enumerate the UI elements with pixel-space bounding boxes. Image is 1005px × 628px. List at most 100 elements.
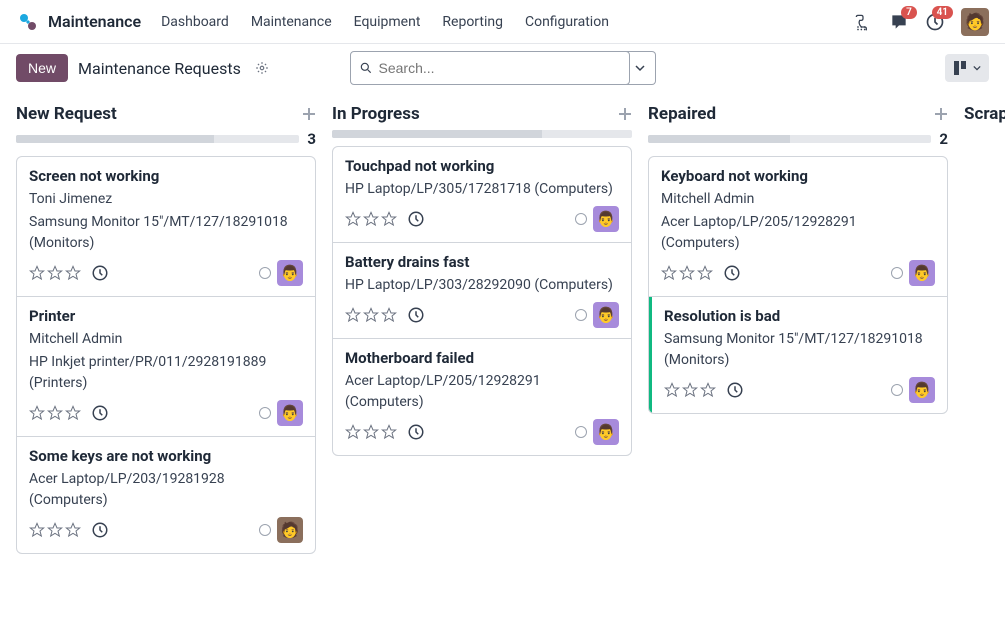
star-icon[interactable] [29, 405, 45, 421]
star-icon[interactable] [381, 211, 397, 227]
star-icon[interactable] [381, 424, 397, 440]
column-scrap[interactable]: Scrap [964, 104, 1005, 124]
user-avatar[interactable]: 🧑 [961, 8, 989, 36]
star-icon[interactable] [65, 522, 81, 538]
app-name[interactable]: Maintenance [48, 12, 141, 31]
priority-stars[interactable] [29, 265, 81, 281]
star-icon[interactable] [664, 382, 680, 398]
status-dot[interactable] [259, 407, 271, 419]
new-button[interactable]: New [16, 54, 68, 82]
nav-link-configuration[interactable]: Configuration [525, 14, 609, 30]
star-icon[interactable] [345, 211, 361, 227]
search-dropdown[interactable] [626, 51, 656, 85]
kanban-view-button[interactable] [945, 54, 989, 82]
phone-icon[interactable] [853, 12, 873, 32]
column-progress-bar[interactable] [332, 130, 632, 138]
assignee-avatar[interactable]: 👨 [593, 302, 619, 328]
status-dot[interactable] [259, 524, 271, 536]
star-icon[interactable] [381, 307, 397, 323]
gear-icon[interactable] [255, 61, 269, 75]
assignee-avatar[interactable]: 👨 [909, 260, 935, 286]
status-dot[interactable] [575, 309, 587, 321]
search-box[interactable] [350, 51, 630, 85]
card-footer: 👨 [345, 206, 619, 232]
star-icon[interactable] [363, 307, 379, 323]
clock-icon[interactable] [726, 381, 744, 399]
assignee-avatar[interactable]: 👨 [277, 260, 303, 286]
card-equipment: HP Inkjet printer/PR/011/2928191889 (Pri… [29, 352, 303, 394]
priority-stars[interactable] [664, 382, 716, 398]
nav-link-dashboard[interactable]: Dashboard [161, 14, 229, 30]
star-icon[interactable] [29, 265, 45, 281]
column-title[interactable]: New Request [16, 104, 117, 124]
column-title[interactable]: In Progress [332, 104, 420, 124]
clock-icon[interactable] [407, 423, 425, 441]
priority-stars[interactable] [661, 265, 713, 281]
star-icon[interactable] [47, 265, 63, 281]
star-icon[interactable] [363, 211, 379, 227]
star-icon[interactable] [47, 405, 63, 421]
chat-icon[interactable]: 7 [889, 12, 909, 32]
nav-link-equipment[interactable]: Equipment [354, 14, 421, 30]
status-dot[interactable] [575, 213, 587, 225]
clock-icon[interactable] [91, 264, 109, 282]
kanban-card[interactable]: Some keys are not working Acer Laptop/LP… [17, 437, 315, 553]
status-dot[interactable] [891, 384, 903, 396]
priority-stars[interactable] [345, 211, 397, 227]
kanban-icon [953, 60, 969, 76]
priority-stars[interactable] [345, 424, 397, 440]
breadcrumb[interactable]: Maintenance Requests [78, 59, 241, 78]
navbar: Maintenance Dashboard Maintenance Equipm… [0, 0, 1005, 44]
kanban-card[interactable]: Motherboard failed Acer Laptop/LP/205/12… [333, 339, 631, 455]
clock-icon[interactable] [91, 521, 109, 539]
nav-link-reporting[interactable]: Reporting [442, 14, 503, 30]
assignee-avatar[interactable]: 👨 [277, 400, 303, 426]
column-title[interactable]: Repaired [648, 104, 716, 124]
star-icon[interactable] [65, 405, 81, 421]
priority-stars[interactable] [345, 307, 397, 323]
clock-icon[interactable] [91, 404, 109, 422]
star-icon[interactable] [661, 265, 677, 281]
star-icon[interactable] [65, 265, 81, 281]
assignee-avatar[interactable]: 🧑 [277, 517, 303, 543]
priority-stars[interactable] [29, 522, 81, 538]
column-cards: Touchpad not working HP Laptop/LP/305/17… [332, 146, 632, 456]
star-icon[interactable] [697, 265, 713, 281]
kanban-card[interactable]: Resolution is bad Samsung Monitor 15"/MT… [649, 297, 947, 413]
card-equipment: Samsung Monitor 15"/MT/127/18291018 (Mon… [29, 212, 303, 254]
star-icon[interactable] [682, 382, 698, 398]
column-add-button[interactable] [934, 107, 948, 121]
column-add-button[interactable] [302, 107, 316, 121]
star-icon[interactable] [345, 307, 361, 323]
star-icon[interactable] [679, 265, 695, 281]
nav-link-maintenance[interactable]: Maintenance [251, 14, 332, 30]
status-dot[interactable] [259, 267, 271, 279]
assignee-avatar[interactable]: 👨 [909, 377, 935, 403]
kanban-card[interactable]: Touchpad not working HP Laptop/LP/305/17… [333, 147, 631, 243]
kanban-card[interactable]: Screen not working Toni Jimenez Samsung … [17, 157, 315, 297]
app-logo-icon[interactable] [16, 10, 40, 34]
clock-icon[interactable] [723, 264, 741, 282]
kanban-column: Repaired 2 Keyboard not working Mitchell… [648, 104, 948, 414]
search-input[interactable] [379, 60, 621, 76]
assignee-avatar[interactable]: 👨 [593, 206, 619, 232]
column-progress-bar[interactable] [16, 135, 299, 143]
clock-icon[interactable] [407, 306, 425, 324]
star-icon[interactable] [363, 424, 379, 440]
column-add-button[interactable] [618, 107, 632, 121]
star-icon[interactable] [47, 522, 63, 538]
kanban-card[interactable]: Battery drains fast HP Laptop/LP/303/282… [333, 243, 631, 339]
chevron-down-icon [635, 63, 645, 73]
kanban-card[interactable]: Keyboard not working Mitchell Admin Acer… [649, 157, 947, 297]
priority-stars[interactable] [29, 405, 81, 421]
assignee-avatar[interactable]: 👨 [593, 419, 619, 445]
clock-icon[interactable] [407, 210, 425, 228]
column-progress-bar[interactable] [648, 135, 931, 143]
kanban-card[interactable]: Printer Mitchell Admin HP Inkjet printer… [17, 297, 315, 437]
star-icon[interactable] [29, 522, 45, 538]
star-icon[interactable] [345, 424, 361, 440]
status-dot[interactable] [575, 426, 587, 438]
star-icon[interactable] [700, 382, 716, 398]
status-dot[interactable] [891, 267, 903, 279]
activity-icon[interactable]: 41 [925, 12, 945, 32]
